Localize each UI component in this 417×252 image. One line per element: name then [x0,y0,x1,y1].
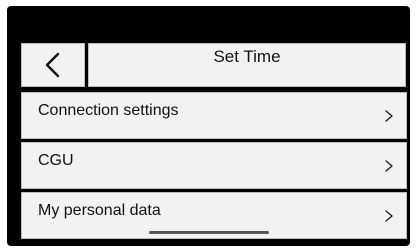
chevron-right-icon [385,110,393,122]
home-indicator[interactable] [149,231,269,234]
menu-item-label: Connection settings [38,102,179,119]
chevron-left-icon [45,52,60,78]
menu-item-label: CGU [38,152,74,169]
chevron-right-icon [385,160,393,172]
page-title: Set Time [213,47,281,66]
back-button[interactable] [21,43,85,87]
menu-item-label: My personal data [38,202,161,219]
settings-menu: Connection settings CGU My personal data [21,92,407,242]
device-screen: Set Time Connection settings CGU My pers… [7,6,410,246]
menu-item-cgu[interactable]: CGU [21,142,407,189]
title-box: Set Time [88,43,406,87]
header-bar: Set Time [21,43,407,89]
chevron-right-icon [385,210,393,222]
menu-item-connection-settings[interactable]: Connection settings [21,92,407,139]
